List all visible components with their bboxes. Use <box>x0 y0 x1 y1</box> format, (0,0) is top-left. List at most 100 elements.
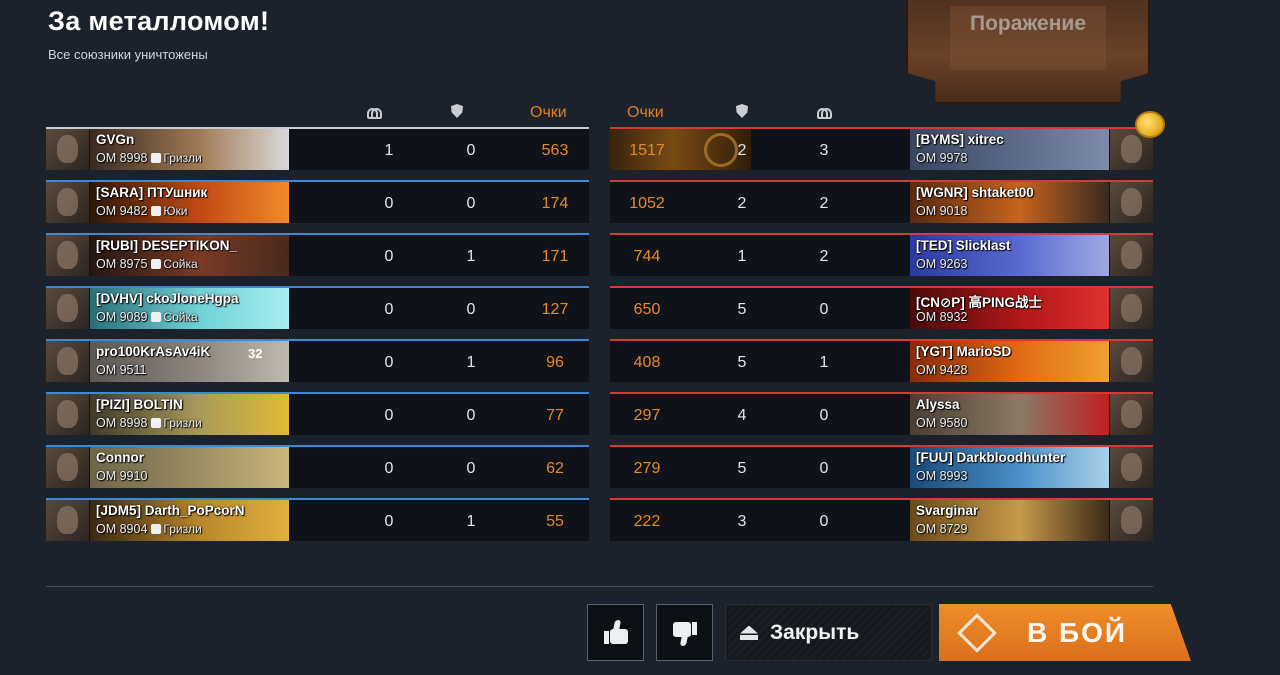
shield-icon <box>736 104 748 118</box>
clan-icon <box>151 259 162 269</box>
avatar-face <box>1121 294 1142 322</box>
enemy-row[interactable]: 650 5 0 [CN⊘P] 高PING战士 ОМ 8932 <box>610 286 1153 329</box>
enemy-kills: 0 <box>819 301 829 318</box>
clan-tag: Гризли <box>147 151 202 165</box>
enemy-assists: 5 <box>737 460 747 477</box>
player-plate: [YGT] MarioSD ОМ 9428 <box>910 341 1109 382</box>
player-avatar <box>1110 394 1153 435</box>
enemy-assists: 2 <box>737 195 747 212</box>
ally-kills: 0 <box>384 513 394 530</box>
enemy-kills: 0 <box>819 407 829 424</box>
player-avatar <box>1110 235 1153 276</box>
close-label: Закрыть <box>770 620 860 644</box>
player-badge: 32 <box>248 346 263 361</box>
player-rating: ОМ 8729 <box>916 522 968 536</box>
enemy-score: 222 <box>633 513 661 530</box>
like-button[interactable] <box>587 604 644 661</box>
ally-kills: 0 <box>384 195 394 212</box>
player-name: [DVHV] ckoJloneHgpa <box>96 291 239 306</box>
enemy-row[interactable]: 222 3 0 Svarginar ОМ 8729 <box>610 498 1153 541</box>
enemy-row[interactable]: 1052 2 2 [WGNR] shtaket00 ОМ 9018 <box>610 180 1153 223</box>
player-avatar <box>46 129 89 170</box>
player-plate: [PIZI] BOLTIN ОМ 8998 Гризли <box>90 394 289 435</box>
enemy-row[interactable]: 1517 2 3 [BYMS] xitrec ОМ 9978 <box>610 127 1153 170</box>
ally-row[interactable]: [SARA] ПТУшник ОМ 9482 Юки 0 0 174 <box>46 180 589 223</box>
player-name: [WGNR] shtaket00 <box>916 185 1034 200</box>
clan-tag: Сойка <box>147 310 198 324</box>
avatar-face <box>57 135 78 163</box>
player-rating: ОМ 9978 <box>916 151 968 165</box>
enemy-assists: 2 <box>737 142 747 159</box>
ally-row[interactable]: GVGn ОМ 8998 Гризли 1 0 563 <box>46 127 589 170</box>
clan-name: Сойка <box>163 310 198 324</box>
player-avatar <box>1110 447 1153 488</box>
player-name: [JDM5] Darth_PoPcorN <box>96 503 245 518</box>
player-rating: ОМ 8904 Гризли <box>96 522 202 536</box>
player-plate: [SARA] ПТУшник ОМ 9482 Юки <box>90 182 289 223</box>
enemy-kills: 2 <box>819 248 829 265</box>
close-button[interactable]: Закрыть <box>725 604 932 661</box>
score-header-left: Очки <box>530 104 567 121</box>
enemy-kills: 2 <box>819 195 829 212</box>
assists-header-left <box>451 104 463 122</box>
avatar-face <box>57 453 78 481</box>
player-plate: pro100KrAsAv4iK ОМ 9511 32 <box>90 341 289 382</box>
avatar-face <box>1121 347 1142 375</box>
enemy-score: 279 <box>633 460 661 477</box>
player-plate: Alyssa ОМ 9580 <box>910 394 1109 435</box>
battle-icon <box>957 612 997 653</box>
player-rating: ОМ 8993 <box>916 469 968 483</box>
player-name: Alyssa <box>916 397 960 412</box>
rating-value: ОМ 9482 <box>96 204 148 218</box>
kills-header-right <box>817 104 832 121</box>
player-plate: [WGNR] shtaket00 ОМ 9018 <box>910 182 1109 223</box>
ally-row[interactable]: [DVHV] ckoJloneHgpa ОМ 9089 Сойка 0 0 127 <box>46 286 589 329</box>
clan-tag: Гризли <box>147 522 202 536</box>
avatar-face <box>1121 188 1142 216</box>
player-avatar <box>46 235 89 276</box>
player-avatar <box>46 447 89 488</box>
enemy-assists: 4 <box>737 407 747 424</box>
rating-value: ОМ 9910 <box>96 469 148 483</box>
battle-button[interactable]: В БОЙ <box>939 604 1191 661</box>
kills-header-left <box>367 104 382 121</box>
player-plate: [DVHV] ckoJloneHgpa ОМ 9089 Сойка <box>90 288 289 329</box>
ally-score: 62 <box>546 460 564 477</box>
ally-row[interactable]: [RUBI] DESEPTIKON_ ОМ 8975 Сойка 0 1 171 <box>46 233 589 276</box>
player-name: [YGT] MarioSD <box>916 344 1012 359</box>
player-name: pro100KrAsAv4iK <box>96 344 211 359</box>
enemy-kills: 3 <box>819 142 829 159</box>
clan-name: Сойка <box>163 257 198 271</box>
enemy-row[interactable]: 297 4 0 Alyssa ОМ 9580 <box>610 392 1153 435</box>
rating-value: ОМ 8975 <box>96 257 148 271</box>
avatar-face <box>57 294 78 322</box>
enemy-assists: 5 <box>737 301 747 318</box>
dislike-button[interactable] <box>656 604 713 661</box>
player-rating: ОМ 9018 <box>916 204 968 218</box>
ally-assists: 0 <box>466 301 476 318</box>
ally-score: 563 <box>541 142 569 159</box>
rating-value: ОМ 9511 <box>96 363 147 377</box>
enemy-row[interactable]: 744 1 2 [TED] Slicklast ОМ 9263 <box>610 233 1153 276</box>
player-name: Connor <box>96 450 144 465</box>
player-rating: ОМ 9263 <box>916 257 968 271</box>
ally-row[interactable]: Connor ОМ 9910 0 0 62 <box>46 445 589 488</box>
ally-score: 174 <box>541 195 569 212</box>
enemy-assists: 1 <box>737 248 747 265</box>
clan-tag: Гризли <box>147 416 202 430</box>
ally-row[interactable]: pro100KrAsAv4iK ОМ 9511 32 0 1 96 <box>46 339 589 382</box>
player-rating: ОМ 8975 Сойка <box>96 257 198 271</box>
enemy-row[interactable]: 279 5 0 [FUU] Darkbloodhunter ОМ 8993 <box>610 445 1153 488</box>
ally-row[interactable]: [JDM5] Darth_PoPcorN ОМ 8904 Гризли 0 1 55 <box>46 498 589 541</box>
ally-row[interactable]: [PIZI] BOLTIN ОМ 8998 Гризли 0 0 77 <box>46 392 589 435</box>
shield-icon <box>451 104 463 118</box>
enemy-score: 297 <box>633 407 661 424</box>
player-plate: [CN⊘P] 高PING战士 ОМ 8932 <box>910 288 1109 329</box>
avatar-face <box>57 400 78 428</box>
avatar-face <box>1121 453 1142 481</box>
enemy-score: 1517 <box>629 142 665 159</box>
player-avatar <box>46 288 89 329</box>
enemy-row[interactable]: 408 5 1 [YGT] MarioSD ОМ 9428 <box>610 339 1153 382</box>
kills-icon <box>367 104 382 119</box>
player-rating: ОМ 9089 Сойка <box>96 310 198 324</box>
